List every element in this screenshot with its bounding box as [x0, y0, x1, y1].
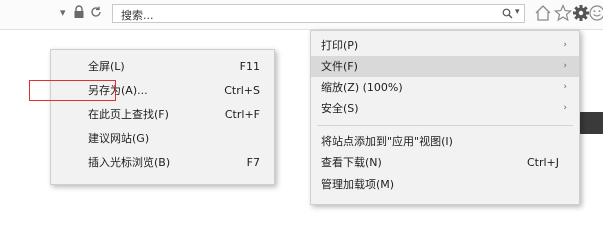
- search-icon[interactable]: [502, 8, 513, 19]
- menu-item-find-on-page[interactable]: 在此页上查找(F) Ctrl+F: [51, 104, 274, 125]
- menu-item-label: 全屏(L): [88, 60, 125, 73]
- menu-item-shortcut: F11: [239, 60, 260, 73]
- menu-item-shortcut: F7: [246, 156, 260, 169]
- menu-item-label: 查看下载(N): [321, 156, 382, 169]
- menu-item-caret-browsing[interactable]: 插入光标浏览(B) F7: [51, 152, 274, 173]
- menu-item-label: 管理加载项(M): [321, 178, 395, 191]
- search-input-text: 搜索...: [121, 9, 154, 22]
- chevron-right-icon: ›: [563, 82, 567, 92]
- menu-item-file[interactable]: 文件(F) ›: [311, 56, 579, 77]
- lock-icon: [74, 5, 84, 18]
- browser-toolbar: ▾ 搜索... ▾: [0, 0, 603, 29]
- menu-item-print[interactable]: 打印(P) ›: [311, 35, 579, 56]
- menu-item-fullscreen[interactable]: 全屏(L) F11: [51, 56, 274, 77]
- chevron-right-icon: ›: [563, 103, 567, 113]
- chevron-right-icon: ›: [563, 40, 567, 50]
- menu-separator: [317, 125, 573, 126]
- menu-item-label: 安全(S): [321, 102, 359, 115]
- menu-item-suggested-sites[interactable]: 建议网站(G): [51, 128, 274, 149]
- star-icon[interactable]: [554, 4, 572, 22]
- menu-item-zoom[interactable]: 缩放(Z) (100%) ›: [311, 77, 579, 98]
- menu-item-label: 文件(F): [321, 60, 358, 73]
- address-dropdown-icon[interactable]: ▾: [60, 6, 66, 19]
- page-content-fragment: [578, 112, 603, 134]
- refresh-icon[interactable]: [89, 5, 103, 19]
- chevron-right-icon: ›: [563, 61, 567, 71]
- menu-item-add-to-apps[interactable]: 将站点添加到"应用"视图(I): [311, 131, 579, 152]
- menu-item-label: 在此页上查找(F): [88, 108, 169, 121]
- menu-item-safety[interactable]: 安全(S) ›: [311, 98, 579, 119]
- menu-item-shortcut: Ctrl+F: [224, 108, 260, 121]
- annotation-highlight-box: [29, 80, 116, 101]
- menu-item-manage-addons[interactable]: 管理加载项(M): [311, 174, 579, 195]
- menu-item-label: 建议网站(G): [88, 132, 150, 145]
- menu-item-label: 将站点添加到"应用"视图(I): [321, 135, 453, 148]
- menu-item-shortcut: Ctrl+J: [526, 156, 559, 169]
- menu-item-label: 打印(P): [321, 39, 359, 52]
- search-dropdown-icon[interactable]: ▾: [515, 7, 520, 17]
- home-icon[interactable]: [534, 4, 552, 22]
- menu-item-shortcut: Ctrl+S: [224, 84, 260, 97]
- menu-item-label: 插入光标浏览(B): [88, 156, 171, 169]
- smiley-icon[interactable]: [588, 4, 603, 22]
- file-submenu: 全屏(L) F11 另存为(A)... Ctrl+S 在此页上查找(F) Ctr…: [50, 49, 275, 185]
- menu-item-label: 缩放(Z) (100%): [321, 81, 403, 94]
- tools-menu: 打印(P) › 文件(F) › 缩放(Z) (100%) › 安全(S) › 将…: [310, 30, 580, 205]
- menu-item-view-downloads[interactable]: 查看下载(N) Ctrl+J: [311, 152, 579, 173]
- search-input[interactable]: 搜索... ▾: [112, 4, 525, 23]
